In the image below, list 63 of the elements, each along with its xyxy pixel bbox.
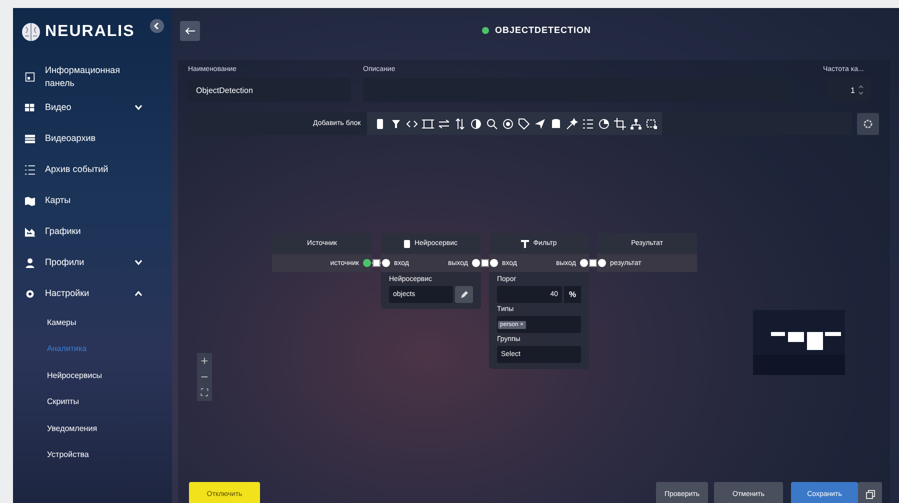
sidebar-subitem[interactable]: Скрипты [47,397,79,406]
zoom-button[interactable]: ⛶ [197,385,212,401]
collapse-icon[interactable] [150,19,164,33]
output-port[interactable] [472,259,480,267]
input-port[interactable] [490,259,498,267]
checklist-icon[interactable] [582,118,594,130]
zoom-icon[interactable] [486,118,498,130]
spinner-icon[interactable] [859,85,863,95]
input-port[interactable] [382,259,390,267]
tag-icon[interactable] [518,118,530,130]
output-port[interactable] [580,259,588,267]
map-icon [25,196,35,206]
sidebar-subitem[interactable]: Устройства [47,450,89,460]
sidebar-item[interactable]: Архив событий [13,154,172,185]
zoom-button[interactable]: + [197,353,212,369]
list-icon [25,134,35,144]
settings-icon[interactable] [857,112,879,134]
filter-icon[interactable] [390,118,402,130]
copy-icon[interactable] [858,482,882,503]
pie-icon[interactable] [598,118,610,130]
sidebar-item[interactable]: Графики [13,216,172,247]
grid-icon [25,102,35,112]
chevron-icon[interactable] [135,291,142,296]
aperture-icon[interactable] [502,118,514,130]
swap-icon[interactable] [438,118,450,130]
sidebar-subitem[interactable]: Нейросервисы [47,370,102,380]
hierarchy-icon[interactable] [630,118,642,130]
name-field[interactable]: ObjectDetection [188,78,351,102]
filter-icon [521,240,530,248]
select-area-icon[interactable] [646,118,658,130]
sidebar-item[interactable]: Информационная панель [13,61,172,92]
sort-icon[interactable] [454,118,466,130]
input-port[interactable] [598,259,606,267]
send-icon[interactable] [534,118,546,130]
chart-icon [25,226,35,236]
sidebar-item[interactable]: Видео [13,92,172,123]
chevron-icon[interactable] [135,260,142,265]
magic-icon[interactable] [566,118,578,130]
chevron-icon[interactable] [135,105,142,110]
logo-text: NEURALIS [45,23,135,41]
database-icon [404,240,410,248]
frame-icon[interactable] [422,118,434,130]
user-icon [25,258,35,268]
sidebar-item[interactable]: Настройки [13,278,172,309]
pencil-icon[interactable] [455,286,473,303]
sidebar-item[interactable]: Видеоархив [13,123,172,154]
sidebar-subitem[interactable]: Уведомления [47,424,98,433]
brain-logo-icon [21,22,41,42]
connector-line [372,259,381,267]
output-port[interactable] [363,259,371,267]
gear-icon [25,288,35,298]
list-icon [25,164,35,174]
unit-label: % [564,286,581,303]
page-title: OBJECTDETECTION [495,25,592,35]
panel-icon [25,72,35,82]
code-icon[interactable] [406,118,418,130]
sidebar-item[interactable]: Профили [13,247,172,278]
sidebar-subitem[interactable]: Камеры [47,318,76,327]
contrast-icon[interactable] [470,118,482,130]
database-icon[interactable] [550,118,562,130]
sidebar-item[interactable]: Карты [13,185,172,216]
crop-icon[interactable] [614,118,626,130]
zoom-button[interactable]: − [197,369,212,385]
